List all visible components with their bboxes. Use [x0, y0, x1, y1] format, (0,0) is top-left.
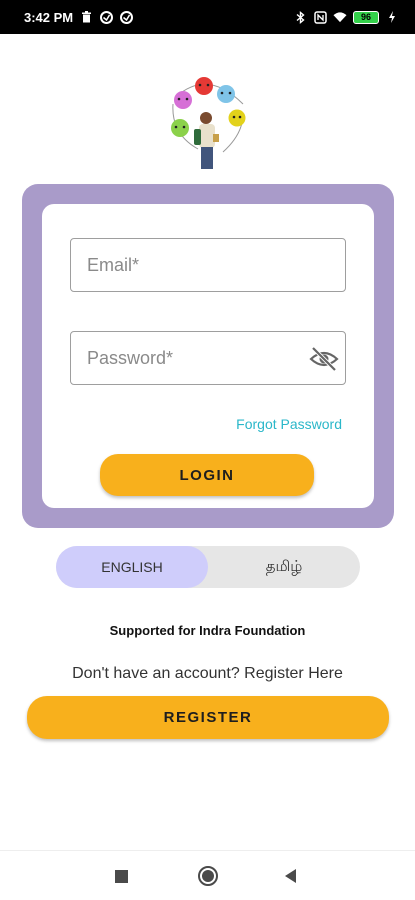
login-screen: 3:42 PM 96 Email* Forgot Password LOGIN … [0, 0, 415, 900]
status-bar: 3:42 PM 96 [0, 0, 415, 34]
status-left: 3:42 PM [24, 10, 133, 25]
wifi-icon [333, 10, 347, 24]
app-logo [163, 74, 253, 174]
status-right: 96 [293, 10, 399, 24]
password-field[interactable] [70, 331, 346, 385]
supported-by-text: Supported for Indra Foundation [109, 623, 306, 638]
nav-recents-icon[interactable] [115, 870, 128, 883]
battery-icon: 96 [353, 10, 379, 24]
sync-icon-secondary [119, 10, 133, 24]
password-input[interactable] [87, 347, 307, 369]
language-option-english[interactable]: ENGLISH [56, 546, 208, 588]
email-field[interactable] [70, 238, 346, 292]
forgot-password-link[interactable]: Forgot Password [236, 416, 342, 432]
navigation-bar [0, 850, 415, 900]
charging-icon [385, 10, 399, 24]
language-option-tamil[interactable]: தமிழ் [208, 546, 360, 588]
register-button[interactable]: REGISTER [27, 696, 389, 739]
email-input[interactable] [87, 254, 307, 276]
language-toggle: ENGLISH தமிழ் [56, 546, 360, 588]
eye-off-icon[interactable] [309, 345, 339, 373]
status-time: 3:42 PM [24, 9, 74, 25]
nfc-icon [313, 10, 327, 24]
nav-back-icon[interactable] [285, 869, 296, 883]
login-button[interactable]: LOGIN [100, 454, 314, 496]
login-card: Forgot Password LOGIN [42, 204, 374, 508]
bluetooth-icon [293, 10, 307, 24]
register-prompt[interactable]: Don't have an account? Register Here [0, 665, 415, 683]
login-card-frame: Forgot Password LOGIN [22, 184, 394, 528]
trash-icon [79, 10, 93, 24]
nav-home-icon[interactable] [198, 866, 218, 886]
sync-icon [99, 10, 113, 24]
